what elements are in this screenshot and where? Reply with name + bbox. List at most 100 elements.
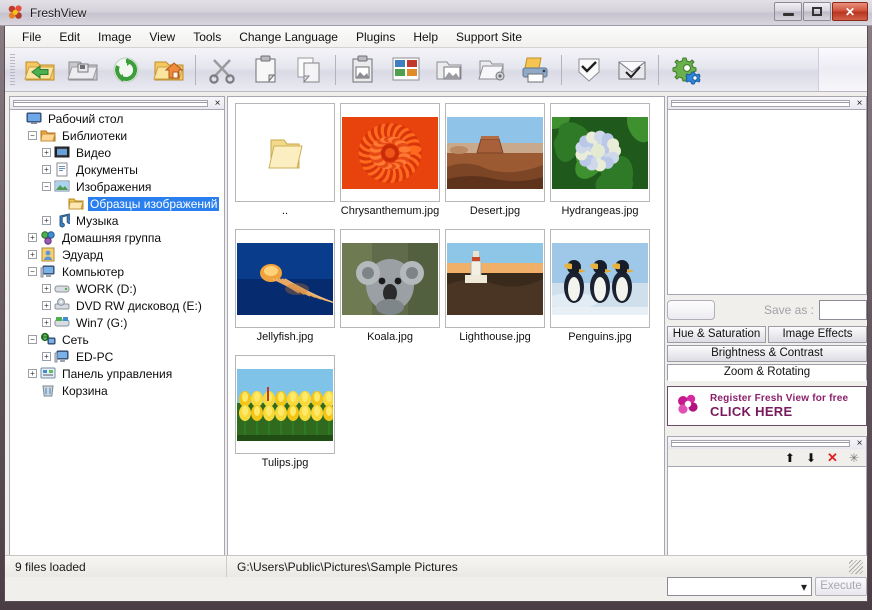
thumbnail-item[interactable]: Penguins.jpg [549, 229, 651, 351]
batch-panel-close-icon[interactable]: × [853, 438, 866, 449]
collapse-minus-icon[interactable]: − [42, 182, 51, 191]
tree-item[interactable]: − Сеть [10, 331, 224, 348]
thumbnails-grid-icon[interactable] [384, 50, 427, 90]
tree-item[interactable]: − Изображения [10, 178, 224, 195]
home-folder-icon[interactable] [147, 50, 190, 90]
menu-support-site[interactable]: Support Site [447, 27, 531, 47]
expand-plus-icon[interactable]: + [28, 250, 37, 259]
print-icon[interactable] [513, 50, 556, 90]
tab-brightness-contrast[interactable]: Brightness & Contrast [667, 345, 867, 362]
tree-panel-grip[interactable] [13, 99, 208, 107]
toolbar-grip[interactable] [10, 53, 15, 86]
save-button[interactable] [667, 300, 715, 320]
refresh-icon[interactable] [104, 50, 147, 90]
expand-plus-icon[interactable]: + [42, 352, 51, 361]
expand-plus-icon[interactable]: + [42, 284, 51, 293]
tree-item[interactable]: + WORK (D:) [10, 280, 224, 297]
execute-button[interactable]: Execute [815, 577, 867, 596]
menu-plugins[interactable]: Plugins [347, 27, 404, 47]
save-folder-icon[interactable] [61, 50, 104, 90]
tree-item[interactable]: + Музыка [10, 212, 224, 229]
settings-gears-icon[interactable] [664, 50, 707, 90]
thumbnail-grid[interactable]: .. Chrysanthemum.jpg Desert.jpg Hydrangeas.… [227, 96, 665, 573]
thumbnail-item[interactable]: Hydrangeas.jpg [549, 103, 651, 225]
send-mail-icon[interactable] [610, 50, 653, 90]
move-to-folder-icon[interactable] [470, 50, 513, 90]
minimize-button[interactable] [774, 2, 802, 21]
batch-panel-header[interactable]: × [667, 436, 867, 449]
menu-image[interactable]: Image [89, 27, 140, 47]
move-down-icon[interactable]: ⬇ [806, 451, 816, 465]
menu-file[interactable]: File [13, 27, 50, 47]
close-button[interactable]: ✕ [832, 2, 868, 21]
toolbar-separator [335, 54, 336, 85]
expand-plus-icon[interactable]: + [42, 216, 51, 225]
expand-plus-icon[interactable]: + [42, 318, 51, 327]
open-folder-icon[interactable] [18, 50, 61, 90]
delete-x-icon[interactable]: ✕ [827, 450, 838, 466]
expand-plus-icon[interactable]: + [28, 233, 37, 242]
tree-item[interactable]: − Компьютер [10, 263, 224, 280]
preview-panel-header[interactable]: × [667, 96, 867, 109]
tree-item[interactable]: + Домашняя группа [10, 229, 224, 246]
expand-plus-icon[interactable]: + [42, 165, 51, 174]
collapse-minus-icon[interactable]: − [28, 131, 37, 140]
tree-item-label: Win7 (G:) [76, 315, 128, 330]
tab-zoom-rotating[interactable]: Zoom & Rotating [667, 364, 867, 381]
expand-plus-icon[interactable]: + [28, 369, 37, 378]
folder-tree[interactable]: Рабочий стол − Библиотеки + Видео + Документы −… [9, 109, 225, 573]
resize-grip[interactable] [849, 559, 863, 574]
clipboard-copy-icon[interactable] [244, 50, 287, 90]
tree-panel-header[interactable]: × [9, 96, 225, 109]
expand-plus-icon[interactable]: + [42, 301, 51, 310]
menu-change-language[interactable]: Change Language [230, 27, 347, 47]
thumbnail-item[interactable]: Koala.jpg [339, 229, 441, 351]
thumbnail-item[interactable]: .. [234, 103, 336, 225]
menu-view[interactable]: View [140, 27, 184, 47]
thumbnail-label: Hydrangeas.jpg [561, 205, 639, 217]
collapse-minus-icon[interactable]: − [28, 267, 37, 276]
copy-to-folder-icon[interactable] [427, 50, 470, 90]
thumbnail-item[interactable]: Lighthouse.jpg [444, 229, 546, 351]
preview-panel-grip[interactable] [671, 99, 850, 107]
tab-hue-saturation[interactable]: Hue & Saturation [667, 326, 766, 343]
menu-help[interactable]: Help [404, 27, 447, 47]
tree-item[interactable]: − Библиотеки [10, 127, 224, 144]
cut-scissors-icon[interactable] [201, 50, 244, 90]
tab-image-effects[interactable]: Image Effects [768, 326, 867, 343]
tree-item[interactable]: + Видео [10, 144, 224, 161]
save-as-input[interactable] [819, 300, 867, 320]
menu-edit[interactable]: Edit [50, 27, 89, 47]
maximize-button[interactable] [803, 2, 831, 21]
thumbnail-item[interactable]: Chrysanthemum.jpg [339, 103, 441, 225]
tree-item[interactable]: + Эдуард [10, 246, 224, 263]
paste-image-icon[interactable] [341, 50, 384, 90]
tree-item[interactable]: Образцы изображений [10, 195, 224, 212]
menu-tools[interactable]: Tools [184, 27, 230, 47]
collapse-minus-icon[interactable]: − [28, 335, 37, 344]
preview-panel-close-icon[interactable]: × [853, 98, 866, 109]
sparkle-icon[interactable]: ✳ [849, 451, 859, 465]
thumbnail-item[interactable]: Tulips.jpg [234, 355, 336, 477]
tree-item[interactable]: Корзина [10, 382, 224, 399]
duplicate-pages-icon[interactable] [287, 50, 330, 90]
thumbnail-label: Koala.jpg [367, 331, 413, 343]
tree-item[interactable]: + Панель управления [10, 365, 224, 382]
tree-panel-close-icon[interactable]: × [211, 98, 224, 109]
tree-item[interactable]: Рабочий стол [10, 110, 224, 127]
select-check-icon[interactable] [567, 50, 610, 90]
chevron-down-icon[interactable]: ▾ [801, 580, 807, 594]
expand-plus-icon[interactable]: + [42, 148, 51, 157]
tree-item[interactable]: + Документы [10, 161, 224, 178]
tree-item[interactable]: + ED-PC [10, 348, 224, 365]
thumbnail-item[interactable]: Jellyfish.jpg [234, 229, 336, 351]
thumbnail-item[interactable]: Desert.jpg [444, 103, 546, 225]
batch-panel-grip[interactable] [671, 439, 850, 447]
move-up-icon[interactable]: ⬆ [785, 451, 795, 465]
image-preview-area[interactable] [667, 109, 867, 295]
register-banner[interactable]: Register Fresh View for free CLICK HERE [667, 386, 867, 426]
action-combo[interactable]: ▾ [667, 577, 812, 596]
tree-item[interactable]: + DVD RW дисковод (E:) [10, 297, 224, 314]
tree-item[interactable]: + Win7 (G:) [10, 314, 224, 331]
